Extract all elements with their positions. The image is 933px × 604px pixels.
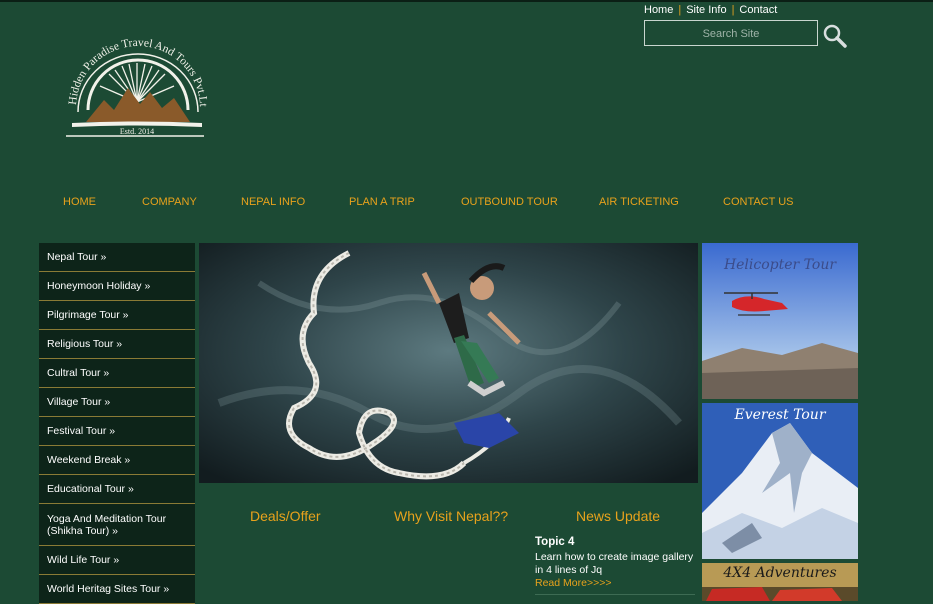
nav-contact-us[interactable]: CONTACT US [723, 196, 794, 208]
sidebar-item-honeymoon-holiday[interactable]: Honeymoon Holiday » [39, 272, 195, 301]
sidebar-item-weekend-break[interactable]: Weekend Break » [39, 446, 195, 475]
nav-air-ticketing[interactable]: AIR TICKETING [599, 196, 679, 208]
tour-sidebar: Nepal Tour » Honeymoon Holiday » Pilgrim… [39, 243, 195, 604]
bungee-jump-photo [199, 243, 698, 483]
top-link-contact[interactable]: Contact [739, 4, 777, 16]
nav-company[interactable]: COMPANY [142, 196, 197, 208]
sidebar-item-festival-tour[interactable]: Festival Tour » [39, 417, 195, 446]
top-links: Home | Site Info | Contact [644, 4, 777, 16]
read-more-link[interactable]: Read More>>>> [535, 577, 695, 590]
sidebar-item-educational-tour[interactable]: Educational Tour » [39, 475, 195, 504]
sidebar-item-village-tour[interactable]: Village Tour » [39, 388, 195, 417]
search-input[interactable]: Search Site [644, 20, 818, 46]
company-logo[interactable]: Hidden Paradise Travel And Tours Pvt.Ltd… [59, 21, 212, 142]
separator: | [678, 4, 682, 16]
adventures-4x4-tile[interactable]: 4X4 Adventures [702, 563, 858, 601]
search-icon[interactable] [822, 23, 848, 49]
nav-nepal-info[interactable]: NEPAL INFO [241, 196, 305, 208]
hero-slideshow-image[interactable] [199, 243, 698, 483]
everest-tour-label: Everest Tour [734, 407, 826, 423]
separator: | [731, 4, 735, 16]
everest-photo [702, 403, 858, 559]
news-divider [535, 594, 695, 595]
sidebar-item-wild-life-tour[interactable]: Wild Life Tour » [39, 546, 195, 575]
news-update-heading[interactable]: News Update [576, 508, 660, 524]
why-visit-nepal-heading[interactable]: Why Visit Nepal?? [394, 508, 508, 524]
news-topic: Topic 4 [535, 536, 575, 548]
deals-offer-heading[interactable]: Deals/Offer [250, 508, 321, 524]
nav-plan-a-trip[interactable]: PLAN A TRIP [349, 196, 415, 208]
sidebar-item-world-heritage-tour[interactable]: World Heritag Sites Tour » [39, 575, 195, 604]
news-item: Topic 4 Learn how to create image galler… [535, 536, 695, 590]
sidebar-item-cultral-tour[interactable]: Cultral Tour » [39, 359, 195, 388]
top-link-home[interactable]: Home [644, 4, 673, 16]
nav-outbound-tour[interactable]: OUTBOUND TOUR [461, 196, 558, 208]
everest-tour-tile[interactable]: Everest Tour [702, 403, 858, 559]
sidebar-item-yoga-meditation-tour[interactable]: Yoga And Meditation Tour (Shikha Tour) » [39, 504, 195, 546]
logo-graphic: Hidden Paradise Travel And Tours Pvt.Ltd… [59, 21, 209, 137]
top-link-site-info[interactable]: Site Info [686, 4, 726, 16]
sidebar-item-religious-tour[interactable]: Religious Tour » [39, 330, 195, 359]
nav-home[interactable]: HOME [63, 196, 96, 208]
adventures-4x4-label: 4X4 Adventures [723, 565, 837, 581]
news-text: Learn how to create image gallery in 4 l… [535, 551, 694, 576]
sidebar-item-pilgrimage-tour[interactable]: Pilgrimage Tour » [39, 301, 195, 330]
logo-established: Estd. 2014 [120, 127, 154, 136]
top-border [0, 0, 933, 2]
sidebar-item-nepal-tour[interactable]: Nepal Tour » [39, 243, 195, 272]
helicopter-tour-label: Helicopter Tour [723, 257, 837, 273]
helicopter-tour-tile[interactable]: Helicopter Tour [702, 243, 858, 399]
